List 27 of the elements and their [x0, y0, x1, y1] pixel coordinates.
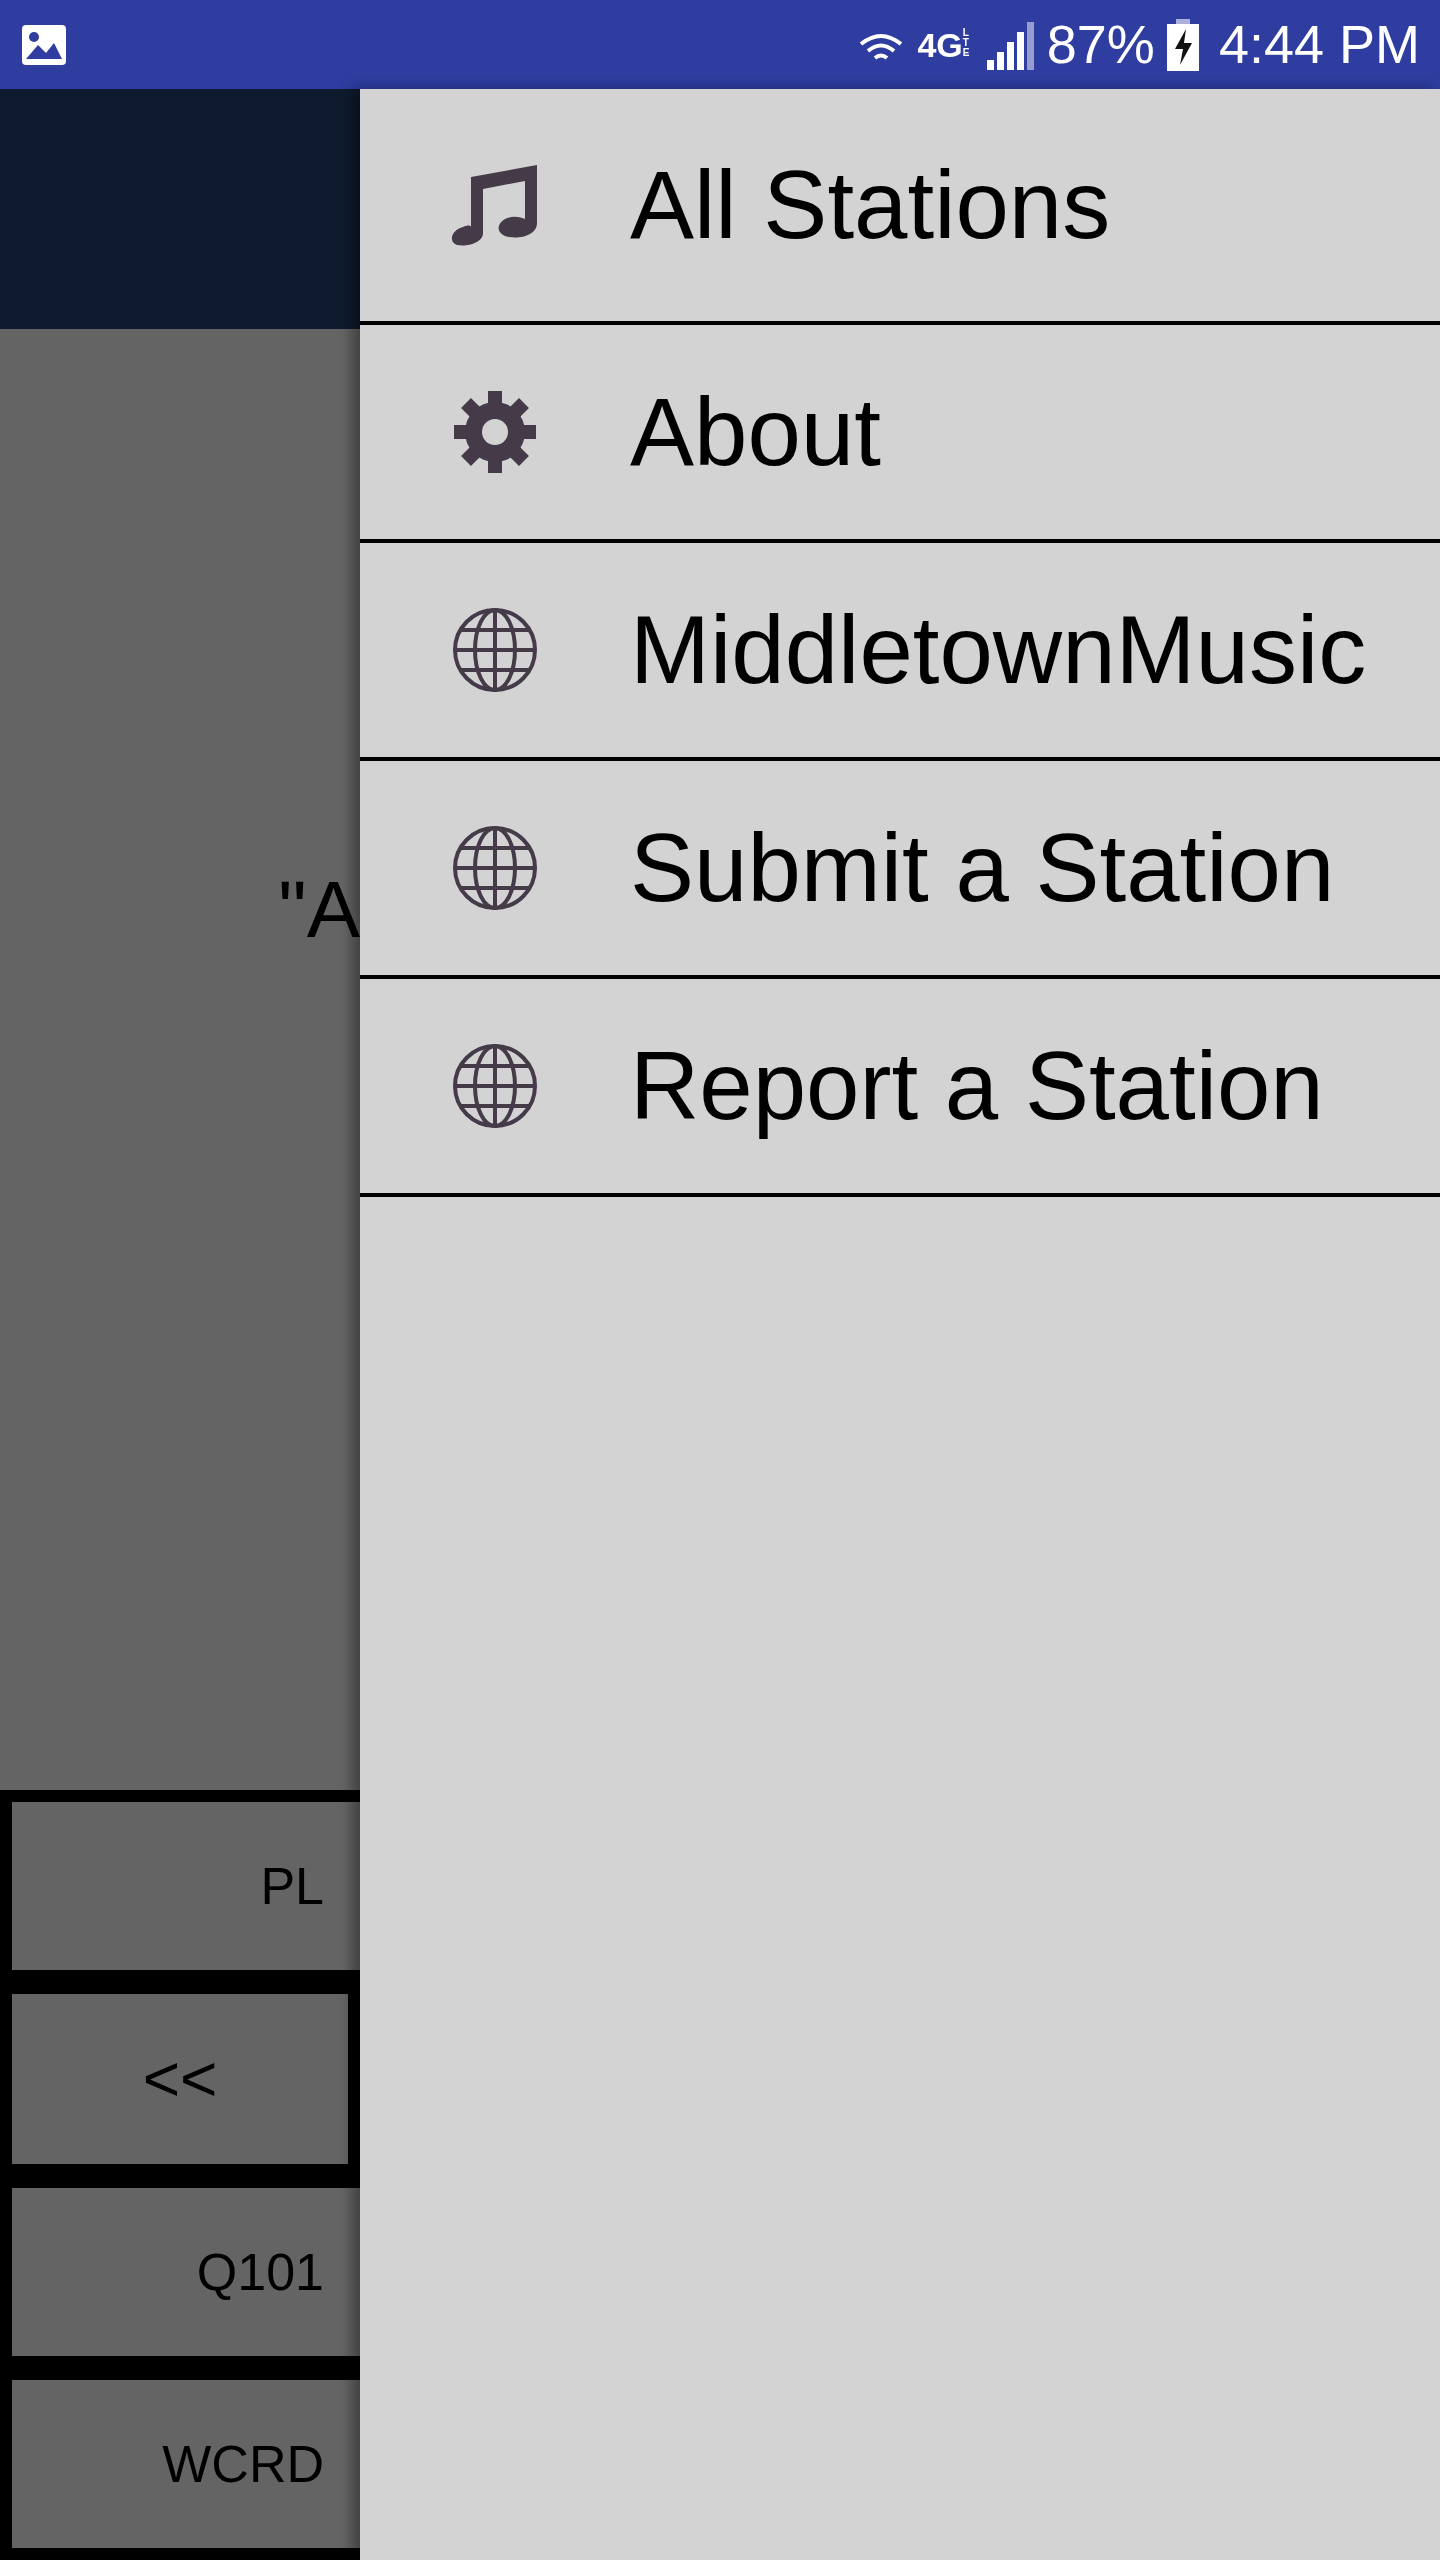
- network-subtype: LTE: [962, 27, 971, 58]
- clock: 4:44 PM: [1218, 13, 1420, 76]
- menu-item-label: Report a Station: [630, 1031, 1324, 1142]
- music-note-icon: [451, 163, 539, 247]
- battery-percent: 87%: [1046, 13, 1155, 76]
- drawer-menu-item[interactable]: All Stations: [360, 89, 1440, 325]
- globe-icon: [452, 825, 538, 911]
- quote-text: "A: [278, 869, 360, 950]
- station-button[interactable]: Q101: [12, 2188, 360, 2356]
- drawer-menu-item[interactable]: Submit a Station: [360, 761, 1440, 979]
- gear-icon: [452, 389, 538, 475]
- station-button[interactable]: PL: [12, 1802, 360, 1970]
- network-type: 4G: [917, 27, 963, 62]
- drawer-menu-item[interactable]: MiddletownMusic: [360, 543, 1440, 761]
- signal-icon: [984, 19, 1035, 70]
- rewind-button[interactable]: <<: [12, 1994, 348, 2164]
- menu-item-label: Submit a Station: [630, 813, 1335, 924]
- menu-item-label: All Stations: [630, 150, 1111, 261]
- globe-icon: [452, 1043, 538, 1129]
- station-button[interactable]: WCRD: [12, 2380, 360, 2548]
- charging-battery-icon: [1166, 18, 1199, 71]
- globe-icon: [452, 607, 538, 693]
- drawer-menu-item[interactable]: Report a Station: [360, 979, 1440, 1197]
- menu-item-label: About: [630, 377, 881, 488]
- drawer-menu-item[interactable]: About: [360, 325, 1440, 543]
- image-icon: [20, 22, 68, 67]
- menu-item-label: MiddletownMusic: [630, 595, 1367, 706]
